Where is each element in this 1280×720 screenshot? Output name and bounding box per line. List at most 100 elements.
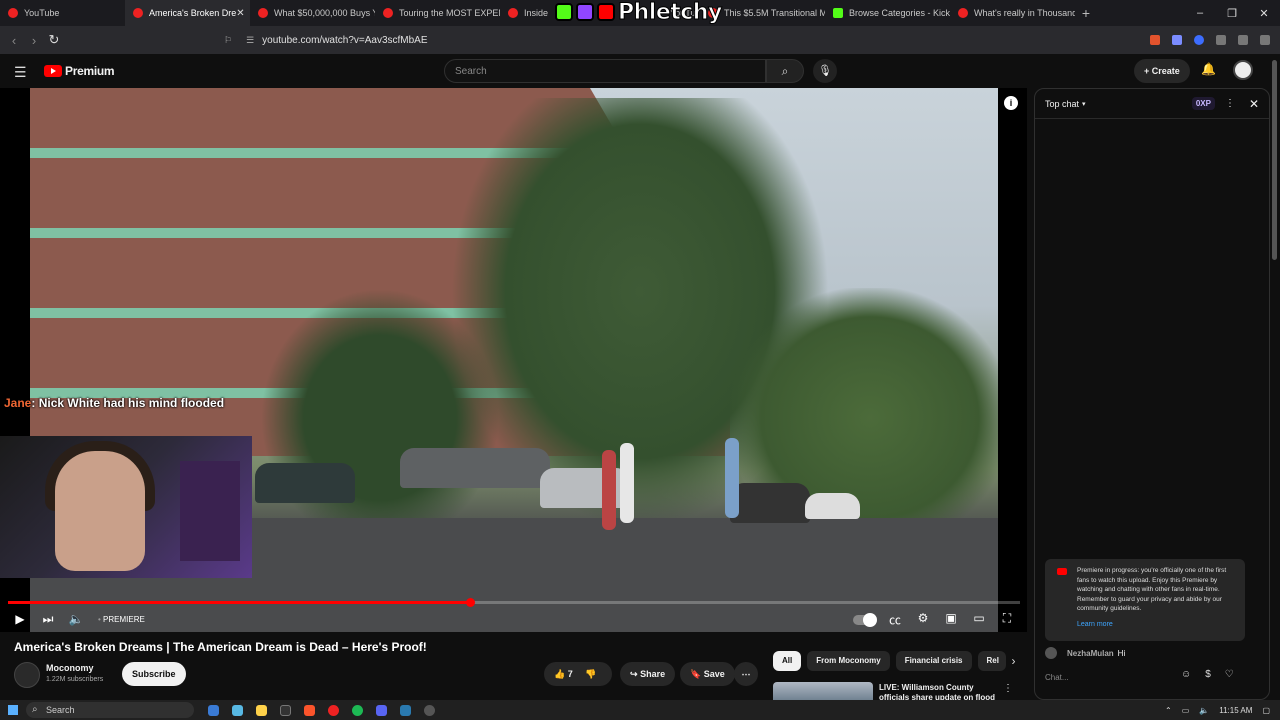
browser-tab[interactable]: YouTube <box>0 0 125 26</box>
chevron-down-icon[interactable]: ▾ <box>1082 100 1086 108</box>
browser-tab[interactable]: Touring the MOST EXPENS <box>375 0 500 26</box>
taskbar-search[interactable]: Search <box>26 702 194 718</box>
fullscreen-icon[interactable]: ⛶ <box>993 611 1021 628</box>
super-chat-icon[interactable]: $ <box>1205 669 1211 680</box>
menu-icon[interactable] <box>1260 35 1270 45</box>
extensions-icon[interactable] <box>1216 35 1226 45</box>
brave-icon[interactable] <box>304 704 315 716</box>
youtube-logo[interactable]: Premium <box>44 64 115 78</box>
extension-icon[interactable] <box>1172 35 1182 45</box>
chip-financial-crisis[interactable]: Financial crisis <box>895 651 972 671</box>
reload-icon[interactable]: ↻ <box>44 32 64 48</box>
volume-icon[interactable]: 🔈 <box>1199 706 1209 715</box>
miniplayer-icon[interactable]: ▣ <box>937 611 965 628</box>
video-title: America's Broken Dreams | The American D… <box>14 640 427 654</box>
search-icon[interactable]: ⌕ <box>766 59 804 83</box>
app-icon[interactable] <box>280 704 291 716</box>
spotify-icon[interactable] <box>352 704 363 716</box>
recommendation-thumbnail[interactable] <box>773 682 873 702</box>
chip-all[interactable]: All <box>773 651 802 671</box>
browser-tab[interactable]: What's really in Thousand <box>950 0 1075 26</box>
app-icon[interactable] <box>208 704 219 716</box>
youtube-icon <box>597 3 615 21</box>
bookmark-icon[interactable]: ⚐ <box>224 35 232 46</box>
captions-icon[interactable]: ㏄ <box>881 611 909 628</box>
premiere-notice: Premiere in progress: you're officially … <box>1045 559 1245 641</box>
new-tab-button[interactable]: + <box>1075 5 1097 21</box>
top-chat-dropdown[interactable]: Top chat <box>1045 99 1079 109</box>
close-window-icon[interactable]: ✕ <box>1248 7 1280 20</box>
minimize-icon[interactable]: – <box>1184 7 1216 20</box>
avatar[interactable] <box>1233 60 1253 80</box>
chat-input[interactable]: Chat... <box>1045 673 1181 682</box>
browser-tab[interactable]: What $50,000,000 Buys Yo <box>250 0 375 26</box>
sidebar-icon[interactable] <box>1238 35 1248 45</box>
more-options-icon[interactable]: ⋮ <box>1003 683 1013 694</box>
back-icon[interactable]: ‹ <box>4 33 24 48</box>
more-options-icon[interactable]: ⋮ <box>1225 98 1235 109</box>
info-icon[interactable]: i <box>1004 96 1018 110</box>
youtube-icon <box>258 8 268 18</box>
browser-tab-active[interactable]: America's Broken Dre ✕ <box>125 0 250 26</box>
menu-icon[interactable]: ☰ <box>14 64 27 81</box>
save-button[interactable]: 🔖 Save <box>680 662 735 686</box>
notification-icon[interactable]: ▢ <box>1262 706 1270 715</box>
learn-more-link[interactable]: Learn more <box>1077 620 1237 630</box>
create-button[interactable]: + Create <box>1134 59 1190 83</box>
close-icon[interactable]: ✕ <box>1249 97 1259 111</box>
recommendation-title[interactable]: LIVE: Williamson County officials share … <box>879 683 999 701</box>
app-icon[interactable] <box>328 704 339 716</box>
more-actions-button[interactable]: ⋯ <box>734 662 758 686</box>
youtube-icon <box>44 65 62 77</box>
channel-name[interactable]: Moconomy <box>46 663 94 673</box>
chip-from-channel[interactable]: From Moconomy <box>807 651 890 671</box>
volume-icon[interactable]: 🔈 <box>62 612 90 626</box>
close-tab-icon[interactable]: ✕ <box>236 8 244 19</box>
xp-badge[interactable]: 0XP <box>1191 97 1215 110</box>
youtube-icon <box>8 8 18 18</box>
play-icon[interactable]: ▶ <box>6 612 34 626</box>
scrollbar[interactable] <box>1272 60 1277 260</box>
kick-icon <box>833 8 843 18</box>
windows-start-icon[interactable] <box>8 705 18 715</box>
like-icon[interactable]: 👍 <box>554 669 565 679</box>
search-input[interactable]: Search <box>444 59 766 83</box>
subscribe-button[interactable]: Subscribe <box>122 662 186 686</box>
app-icon[interactable] <box>424 704 435 716</box>
emoji-icon[interactable]: ☺ <box>1181 669 1191 680</box>
app-icon[interactable] <box>232 704 243 716</box>
live-chat-panel: Top chat ▾ 0XP ⋮ ✕ Premiere in progress:… <box>1034 88 1270 700</box>
progress-bar[interactable] <box>8 598 1020 607</box>
recommendation-chips: All From Moconomy Financial crisis Rel › <box>773 651 1016 671</box>
chevron-up-icon[interactable]: ⌃ <box>1165 706 1172 715</box>
extension-icon[interactable] <box>1150 35 1160 45</box>
dislike-icon[interactable]: 👎 <box>585 669 596 679</box>
channel-avatar[interactable] <box>14 662 40 688</box>
subscriber-count: 1.22M subscribers <box>46 676 104 683</box>
video-player[interactable]: i Jane: Nick White had his mind flooded … <box>0 88 1027 632</box>
chevron-right-icon[interactable]: › <box>1012 651 1016 671</box>
site-info-icon[interactable]: ☰ <box>246 35 254 46</box>
notifications-icon[interactable]: 🔔 <box>1201 62 1216 76</box>
network-icon[interactable]: ▭ <box>1182 706 1190 715</box>
settings-icon[interactable]: ⚙ <box>909 611 937 628</box>
forward-icon[interactable]: › <box>24 33 44 48</box>
folder-icon[interactable] <box>256 704 267 716</box>
system-tray: ⌃ ▭ 🔈 11:15 AM ▢ <box>1165 706 1280 715</box>
theater-mode-icon[interactable]: ▭ <box>965 611 993 628</box>
autoplay-toggle[interactable] <box>853 612 877 627</box>
steam-icon[interactable] <box>400 704 411 716</box>
chip-related[interactable]: Rel <box>977 651 1006 671</box>
extension-icon[interactable] <box>1194 35 1204 45</box>
url-field[interactable]: ⚐ ☰ youtube.com/watch?v=Aav3scfMbAE <box>74 29 794 51</box>
clock[interactable]: 11:15 AM <box>1219 706 1252 715</box>
restore-icon[interactable]: ❐ <box>1216 7 1248 20</box>
discord-icon[interactable] <box>376 704 387 716</box>
browser-tab[interactable]: Browse Categories - Kick <box>825 0 950 26</box>
windows-taskbar: Search ⌃ ▭ 🔈 11:15 AM ▢ <box>0 700 1280 720</box>
share-button[interactable]: ↪ Share <box>620 662 676 686</box>
next-icon[interactable]: ⏭ <box>34 612 62 627</box>
mic-icon[interactable]: 🎙 <box>813 59 837 83</box>
heart-icon[interactable]: ♡ <box>1225 669 1234 680</box>
like-dislike-button[interactable]: 👍 7 👎 <box>544 662 612 686</box>
